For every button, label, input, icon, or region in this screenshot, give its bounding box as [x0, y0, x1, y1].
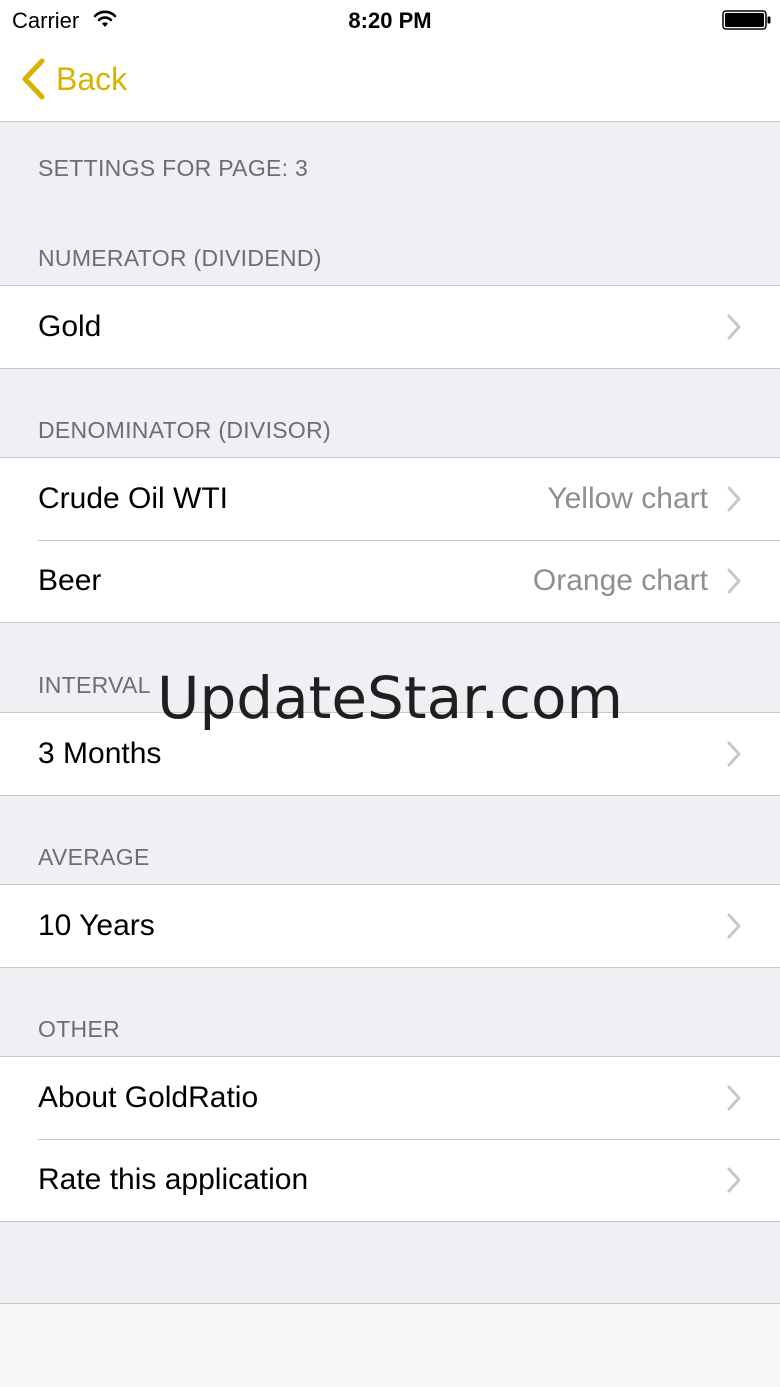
- cell-title: Rate this application: [38, 1163, 309, 1196]
- back-button[interactable]: Back: [20, 56, 127, 102]
- page-title: SETTINGS FOR PAGE: 3: [38, 155, 309, 181]
- chevron-right-icon: [727, 1167, 741, 1193]
- cell-title: 3 Months: [38, 737, 162, 770]
- section-header-interval: INTERVAL: [38, 672, 151, 698]
- navigation-bar: Back: [0, 40, 780, 122]
- cell-title: Crude Oil WTI: [38, 482, 229, 515]
- cell-title: About GoldRatio: [38, 1081, 259, 1114]
- cell-about-goldratio[interactable]: About GoldRatio: [0, 1057, 780, 1139]
- cell-title: Gold: [38, 310, 102, 343]
- group-other: About GoldRatio Rate this application: [0, 1056, 780, 1222]
- chevron-right-icon: [727, 741, 741, 767]
- settings-table: SETTINGS FOR PAGE: 3 NUMERATOR (DIVIDEND…: [0, 122, 780, 1304]
- chevron-right-icon: [727, 913, 741, 939]
- group-denominator: Crude Oil WTI Yellow chart Beer Orange c…: [0, 457, 780, 623]
- group-interval: 3 Months: [0, 712, 780, 796]
- section-header-average: AVERAGE: [38, 844, 150, 870]
- status-bar: Carrier 8:20 PM: [0, 0, 780, 40]
- back-label: Back: [56, 60, 128, 97]
- section-header-numerator: NUMERATOR (DIVIDEND): [38, 245, 322, 271]
- group-average: 10 Years: [0, 884, 780, 968]
- chevron-right-icon: [727, 1085, 741, 1111]
- chevron-left-icon: [22, 58, 45, 100]
- section-header-other: OTHER: [38, 1016, 120, 1042]
- cell-average-10-years[interactable]: 10 Years: [0, 885, 780, 967]
- group-numerator: Gold: [0, 285, 780, 369]
- cell-title: Beer: [38, 564, 102, 597]
- cell-rate-application[interactable]: Rate this application: [0, 1139, 780, 1221]
- cell-detail: Yellow chart: [547, 482, 708, 515]
- chevron-right-icon: [727, 314, 741, 340]
- cell-title: 10 Years: [38, 909, 155, 942]
- cell-denominator-crude-oil[interactable]: Crude Oil WTI Yellow chart: [0, 458, 780, 540]
- status-time: 8:20 PM: [348, 8, 432, 33]
- cell-interval-3-months[interactable]: 3 Months: [0, 713, 780, 795]
- cell-numerator-gold[interactable]: Gold: [0, 286, 780, 368]
- cell-detail: Orange chart: [532, 564, 708, 597]
- section-header-denominator: DENOMINATOR (DIVISOR): [38, 417, 331, 443]
- cell-denominator-beer[interactable]: Beer Orange chart: [0, 540, 780, 622]
- chevron-right-icon: [727, 568, 741, 594]
- chevron-right-icon: [727, 486, 741, 512]
- battery-icon: [722, 10, 771, 30]
